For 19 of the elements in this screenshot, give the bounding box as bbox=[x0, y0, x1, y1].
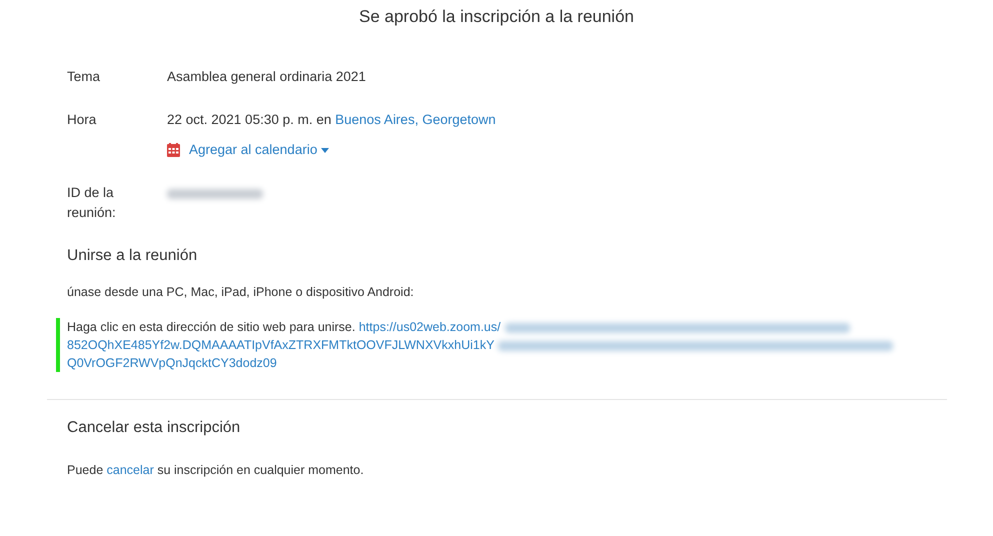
instruction-text: Haga clic en esta dirección de sitio web para unirse. bbox=[67, 320, 356, 334]
cancel-text: Puede cancelar su inscripción en cualquier momento. bbox=[67, 462, 365, 478]
link[interactable]: https://us02web.zoom.us/ bbox=[358, 320, 501, 334]
cancel-link[interactable]: cancelar bbox=[106, 463, 154, 477]
link[interactable]: Q0VrOGF2RWVpQnJqcktCY3dodz09 bbox=[67, 356, 277, 370]
add-to-calendar-link[interactable]: Agregar al calendario bbox=[189, 140, 318, 160]
section-heading: Cancelar esta inscripción bbox=[67, 418, 242, 438]
page-title: Se aprobó la inscripción a la reunión bbox=[358, 7, 635, 27]
link[interactable]: 852OQhXE485Yf2w.DQMAAAATIpVfAxZTRXFMTktOOVFJLWNXVkxhUi1kY bbox=[67, 338, 494, 352]
field-value: 22 oct. 2021 05:30 p. m. en bbox=[167, 112, 332, 127]
field-label: ID de la reunión: bbox=[67, 184, 117, 222]
calendar-icon bbox=[167, 143, 180, 157]
field-value: Asamblea general ordinaria 2021 bbox=[167, 69, 366, 84]
field-label: Hora bbox=[67, 111, 98, 129]
timezone-link[interactable]: Buenos Aires, Georgetown bbox=[335, 112, 496, 127]
caret-icon bbox=[321, 148, 330, 152]
section-heading: Unirse a la reunión bbox=[67, 246, 198, 266]
instruction-text: únase desde una PC, Mac, iPad, iPhone o dispositivo Android: bbox=[67, 284, 415, 300]
field-label: Tema bbox=[67, 68, 102, 86]
